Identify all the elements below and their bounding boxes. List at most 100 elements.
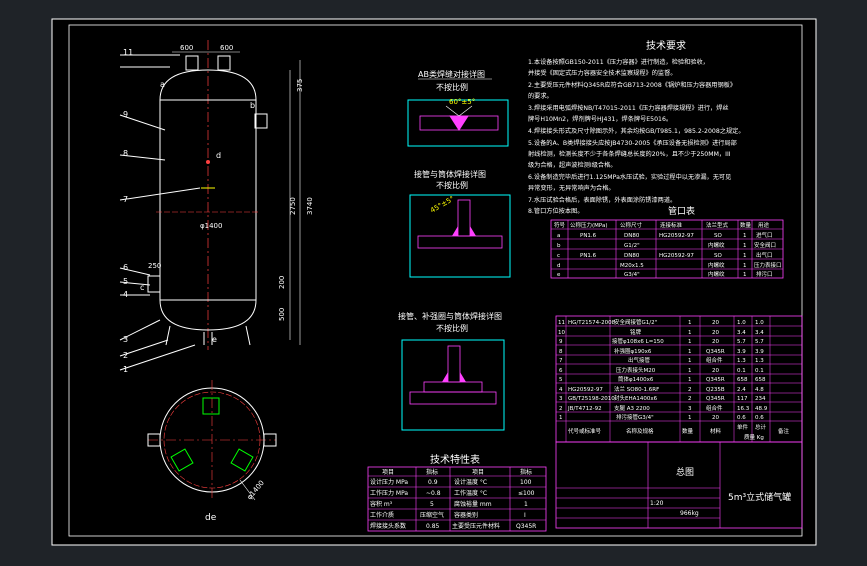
dim-diameter: φ1400 <box>200 222 222 230</box>
svg-text:Q345R: Q345R <box>516 523 536 530</box>
svg-text:0.85: 0.85 <box>426 523 440 530</box>
svg-text:Q345R: Q345R <box>706 377 725 383</box>
svg-text:质量 Kg: 质量 Kg <box>744 433 764 441</box>
svg-text:内螺纹: 内螺纹 <box>708 270 725 278</box>
dim-600-right: 600 <box>220 44 233 52</box>
svg-text:HG20592-97: HG20592-97 <box>659 253 694 259</box>
nozzle-label-c: c <box>140 283 144 292</box>
svg-text:数量: 数量 <box>740 221 752 229</box>
svg-text:用途: 用途 <box>758 221 770 229</box>
svg-text:公称压力(MPa): 公称压力(MPa) <box>570 221 607 229</box>
part-label-9: 9 <box>123 110 128 119</box>
svg-text:8: 8 <box>559 349 563 355</box>
svg-text:234: 234 <box>755 396 766 402</box>
svg-text:指标: 指标 <box>520 468 532 476</box>
svg-text:法兰 SO80-1.6RF: 法兰 SO80-1.6RF <box>614 385 659 393</box>
svg-text:排污口: 排污口 <box>756 270 773 278</box>
drawing-sheet: 11 9 8 7 6 5 4 3 2 1 a b c d e 600 600 3… <box>0 0 867 562</box>
weld-detail-1-angle: 60°±5° <box>449 98 475 106</box>
svg-text:HG20592-97: HG20592-97 <box>568 387 603 393</box>
svg-text:安全阀接管G1/2": 安全阀接管G1/2" <box>614 318 657 326</box>
svg-text:1: 1 <box>688 349 692 355</box>
svg-text:10: 10 <box>558 330 565 336</box>
svg-text:7: 7 <box>559 358 563 364</box>
svg-text:筒体φ1400x6: 筒体φ1400x6 <box>618 375 654 383</box>
svg-text:的要求。: 的要求。 <box>528 92 553 100</box>
svg-text:3: 3 <box>559 396 563 402</box>
dim-375: 375 <box>296 79 304 92</box>
svg-text:48.9: 48.9 <box>755 406 768 412</box>
svg-text:SO: SO <box>714 233 722 239</box>
svg-text:压力表接口: 压力表接口 <box>754 261 782 269</box>
part-label-6: 6 <box>123 263 128 272</box>
svg-text:4.8: 4.8 <box>755 387 764 393</box>
svg-text:连接标准: 连接标准 <box>660 221 683 229</box>
svg-text:117: 117 <box>737 396 748 402</box>
svg-text:1.本设备按照GB150-2011《压力容器》进行制造，检验: 1.本设备按照GB150-2011《压力容器》进行制造，检验和验收， <box>528 58 709 66</box>
svg-text:1.3: 1.3 <box>737 358 746 364</box>
svg-text:1: 1 <box>559 415 563 421</box>
svg-text:20: 20 <box>712 368 719 374</box>
svg-text:1: 1 <box>743 272 747 278</box>
svg-text:5: 5 <box>430 501 434 508</box>
weld-detail-2-scale: 不按比例 <box>436 180 468 190</box>
svg-text:异常变形，无异常响声为合格。: 异常变形，无异常响声为合格。 <box>528 184 615 192</box>
svg-text:6.设备制造完毕后进行1.125MPa水压试验，实验过程中以: 6.设备制造完毕后进行1.125MPa水压试验，实验过程中以无渗漏，无可见 <box>528 173 731 181</box>
nozzle-label-b: b <box>250 101 255 110</box>
svg-text:铭牌: 铭牌 <box>630 328 642 336</box>
svg-text:出气接管: 出气接管 <box>628 356 651 364</box>
part-label-2: 2 <box>123 351 128 360</box>
svg-text:16.3: 16.3 <box>737 406 750 412</box>
svg-text:Q235B: Q235B <box>706 387 725 393</box>
svg-text:补强圈φ190x6: 补强圈φ190x6 <box>614 347 652 355</box>
svg-text:代号或标准号: 代号或标准号 <box>568 427 602 435</box>
svg-text:1: 1 <box>743 253 747 259</box>
svg-text:HG20592-97: HG20592-97 <box>659 233 694 239</box>
svg-text:DN80: DN80 <box>624 233 640 239</box>
svg-text:内螺纹: 内螺纹 <box>708 241 725 249</box>
svg-text:0.9: 0.9 <box>428 479 438 486</box>
dim-250: 250 <box>148 262 161 270</box>
svg-text:JB/T4712-92: JB/T4712-92 <box>567 406 602 412</box>
svg-text:名称及规格: 名称及规格 <box>626 427 654 435</box>
part-label-8: 8 <box>123 149 128 158</box>
svg-text:1: 1 <box>688 377 692 383</box>
svg-text:a: a <box>557 233 560 239</box>
svg-text:1: 1 <box>688 330 692 336</box>
svg-text:1: 1 <box>743 243 747 249</box>
svg-text:4.焊接接头形式及尺寸除图示外，其余均按GB/T985.1，: 4.焊接接头形式及尺寸除图示外，其余均按GB/T985.1，985.2-2008… <box>528 127 745 135</box>
svg-text:Q345R: Q345R <box>706 349 725 355</box>
svg-text:1: 1 <box>688 358 692 364</box>
svg-text:≤100: ≤100 <box>518 490 535 497</box>
svg-text:HG/T21574-2008: HG/T21574-2008 <box>568 320 616 326</box>
svg-text:2: 2 <box>688 387 692 393</box>
weld-detail-3-scale: 不按比例 <box>436 323 468 333</box>
svg-text:法兰型式: 法兰型式 <box>706 221 729 229</box>
drawing-scale: 1:20 <box>650 500 664 507</box>
svg-text:牌号H10Mn2，焊剂牌号HJ431，焊条牌号E5016。: 牌号H10Mn2，焊剂牌号HJ431，焊条牌号E5016。 <box>528 115 672 123</box>
dim-2750: 2750 <box>289 197 297 215</box>
svg-text:1: 1 <box>688 368 692 374</box>
svg-text:级为合格，超声波检测I级合格。: 级为合格，超声波检测I级合格。 <box>528 161 616 169</box>
svg-text:接管φ108x6 L=150: 接管φ108x6 L=150 <box>612 337 664 345</box>
svg-text:焊接接头系数: 焊接接头系数 <box>370 522 406 530</box>
svg-text:内螺纹: 内螺纹 <box>708 261 725 269</box>
svg-text:Q345R: Q345R <box>706 396 725 402</box>
svg-text:658: 658 <box>755 377 766 383</box>
svg-text:材料: 材料 <box>710 427 722 435</box>
svg-text:进气口: 进气口 <box>756 231 773 239</box>
drawing-mass: 966kg <box>680 510 699 517</box>
nozzle-label-e: e <box>212 335 217 344</box>
svg-text:3.4: 3.4 <box>755 330 764 336</box>
svg-text:1.0: 1.0 <box>737 320 746 326</box>
cad-drawing-viewport[interactable]: 11 9 8 7 6 5 4 3 2 1 a b c d e 600 600 3… <box>0 0 867 562</box>
svg-text:射线检测，检测长度不少于各条焊缝总长度的20%，且不少于25: 射线检测，检测长度不少于各条焊缝总长度的20%，且不少于250MM，III <box>528 150 731 158</box>
svg-text:PN1.6: PN1.6 <box>580 253 597 259</box>
svg-text:容积 m³: 容积 m³ <box>370 500 393 508</box>
svg-text:20: 20 <box>712 339 719 345</box>
svg-text:项目: 项目 <box>472 469 484 476</box>
tech-notes-title: 技术要求 <box>646 39 686 52</box>
svg-text:G1/2": G1/2" <box>624 243 640 249</box>
plan-view-label: de <box>205 513 217 523</box>
svg-text:压缩空气: 压缩空气 <box>420 511 444 519</box>
